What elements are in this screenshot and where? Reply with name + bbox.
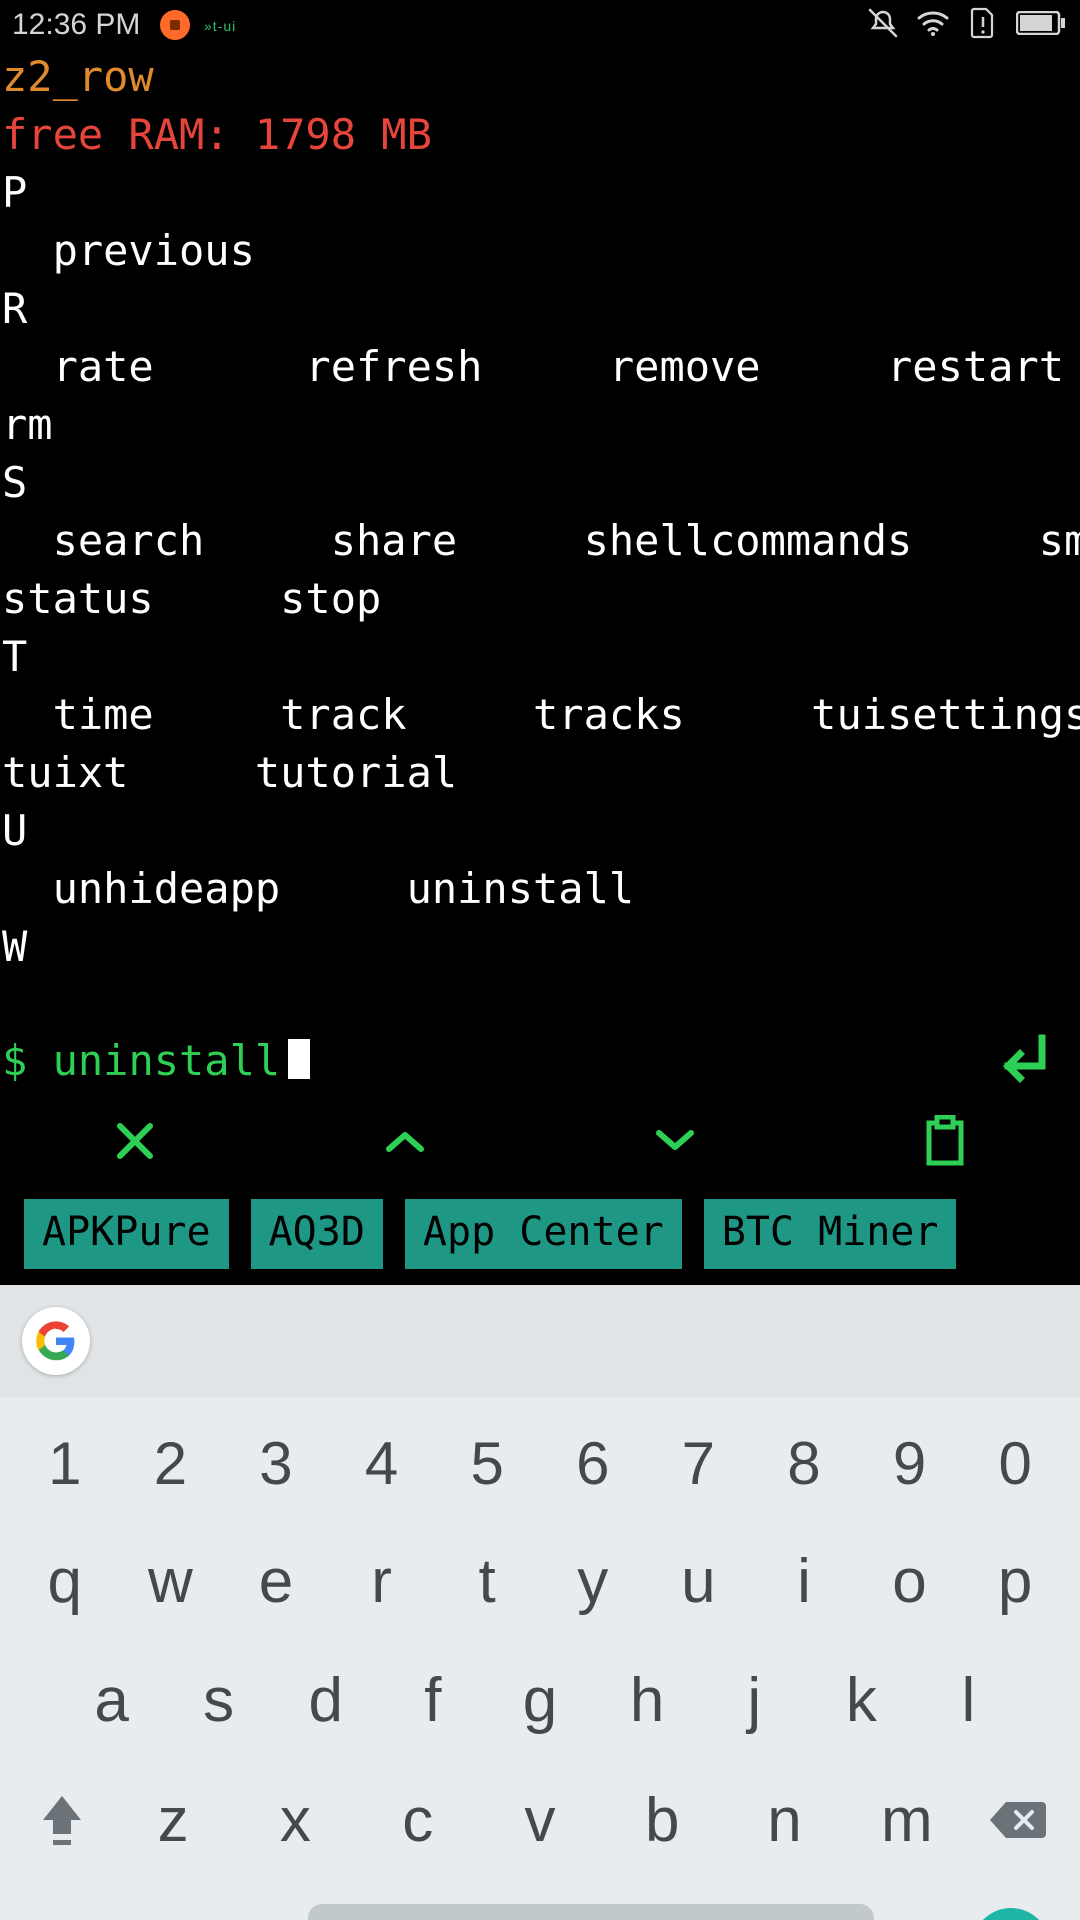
group-items-r-1: rate refresh remove restart	[2, 342, 1064, 391]
group-items-p: previous	[2, 226, 255, 275]
key-q[interactable]: q	[12, 1546, 118, 1617]
key-e[interactable]: e	[223, 1546, 329, 1617]
ram-line: free RAM: 1798 MB	[2, 110, 432, 159]
group-items-u: unhideapp uninstall	[2, 864, 634, 913]
group-items-t-1: time track tracks tuisettings	[2, 690, 1080, 739]
key-v[interactable]: v	[479, 1785, 601, 1856]
keyboard-top-bar	[0, 1285, 1080, 1397]
group-items-r-2: rm	[2, 400, 53, 449]
status-time: 12:36 PM	[12, 8, 140, 42]
keyboard: 1 2 3 4 5 6 7 8 9 0 q w e r t y u i o p …	[0, 1285, 1080, 1920]
key-i[interactable]: i	[751, 1546, 857, 1617]
group-header-t: T	[2, 632, 27, 681]
terminal-controls	[0, 1097, 1080, 1185]
wifi-icon	[916, 8, 950, 38]
key-b[interactable]: b	[601, 1785, 723, 1856]
group-header-r: R	[2, 284, 27, 333]
backspace-key-icon[interactable]	[968, 1784, 1068, 1856]
shift-key-icon[interactable]	[12, 1784, 112, 1856]
terminal-output[interactable]: z2_row free RAM: 1798 MB P previous R ra…	[0, 48, 1080, 976]
device-name: z2_row	[2, 52, 154, 101]
suggestion-chip[interactable]: APKPure	[24, 1199, 229, 1269]
cursor	[288, 1039, 310, 1079]
notification-dot-icon[interactable]	[160, 10, 190, 40]
key-w[interactable]: w	[118, 1546, 224, 1617]
key-2[interactable]: 2	[118, 1429, 224, 1498]
key-z[interactable]: z	[112, 1785, 234, 1856]
key-3[interactable]: 3	[223, 1429, 329, 1498]
keyboard-row-numbers: 1 2 3 4 5 6 7 8 9 0	[12, 1429, 1068, 1498]
key-6[interactable]: 6	[540, 1429, 646, 1498]
enter-icon[interactable]	[990, 1030, 1052, 1102]
group-header-s: S	[2, 458, 27, 507]
group-header-u: U	[2, 806, 27, 855]
app-notification-label: »t-ui	[204, 18, 236, 34]
suggestion-chip[interactable]: App Center	[405, 1199, 682, 1269]
key-7[interactable]: 7	[646, 1429, 752, 1498]
key-5[interactable]: 5	[434, 1429, 540, 1498]
key-t[interactable]: t	[434, 1546, 540, 1617]
terminal-prompt[interactable]: $ uninstall	[0, 1036, 1080, 1085]
key-k[interactable]: k	[808, 1665, 915, 1736]
key-c[interactable]: c	[357, 1785, 479, 1856]
suggestion-row: APKPure AQ3D App Center BTC Miner	[0, 1185, 1080, 1285]
group-items-s-1: search share shellcommands sms	[2, 516, 1080, 565]
key-1[interactable]: 1	[12, 1429, 118, 1498]
key-o[interactable]: o	[857, 1546, 963, 1617]
keyboard-row-asdf: a s d f g h j k l	[12, 1665, 1068, 1736]
suggestion-chip[interactable]: BTC Miner	[704, 1199, 957, 1269]
prompt-symbol: $	[2, 1036, 27, 1085]
group-items-t-2: tuixt tutorial	[2, 748, 457, 797]
key-0[interactable]: 0	[962, 1429, 1068, 1498]
sim-alert-icon	[966, 8, 1000, 38]
suggestion-chip[interactable]: AQ3D	[251, 1199, 383, 1269]
keyboard-row-zxcv: z x c v b n m	[12, 1784, 1068, 1856]
key-4[interactable]: 4	[329, 1429, 435, 1498]
key-u[interactable]: u	[646, 1546, 752, 1617]
key-j[interactable]: j	[701, 1665, 808, 1736]
space-key[interactable]	[308, 1904, 874, 1920]
google-icon[interactable]	[22, 1307, 90, 1375]
key-a[interactable]: a	[58, 1665, 165, 1736]
key-p[interactable]: p	[962, 1546, 1068, 1617]
key-n[interactable]: n	[723, 1785, 845, 1856]
chevron-down-icon[interactable]	[625, 1111, 725, 1171]
key-h[interactable]: h	[594, 1665, 701, 1736]
group-items-s-2: status stop	[2, 574, 381, 623]
group-header-w: W	[2, 922, 27, 971]
prompt-text: uninstall	[53, 1036, 281, 1085]
key-f[interactable]: f	[379, 1665, 486, 1736]
status-right-cluster	[866, 8, 1066, 38]
chevron-up-icon[interactable]	[355, 1111, 455, 1171]
status-bar: 12:36 PM »t-ui	[0, 0, 1080, 48]
key-9[interactable]: 9	[857, 1429, 963, 1498]
key-s[interactable]: s	[165, 1665, 272, 1736]
key-m[interactable]: m	[846, 1785, 968, 1856]
clipboard-icon[interactable]	[895, 1111, 995, 1171]
go-key-icon[interactable]	[972, 1908, 1050, 1920]
key-x[interactable]: x	[234, 1785, 356, 1856]
keyboard-row-qwerty: q w e r t y u i o p	[12, 1546, 1068, 1617]
mute-icon	[866, 8, 900, 38]
key-d[interactable]: d	[272, 1665, 379, 1736]
battery-icon	[1016, 8, 1066, 38]
key-r[interactable]: r	[329, 1546, 435, 1617]
key-g[interactable]: g	[486, 1665, 593, 1736]
close-icon[interactable]	[85, 1111, 185, 1171]
group-header-p: P	[2, 168, 27, 217]
key-y[interactable]: y	[540, 1546, 646, 1617]
key-l[interactable]: l	[915, 1665, 1022, 1736]
key-8[interactable]: 8	[751, 1429, 857, 1498]
keyboard-row-bottom: ?123 , .	[12, 1904, 1068, 1920]
